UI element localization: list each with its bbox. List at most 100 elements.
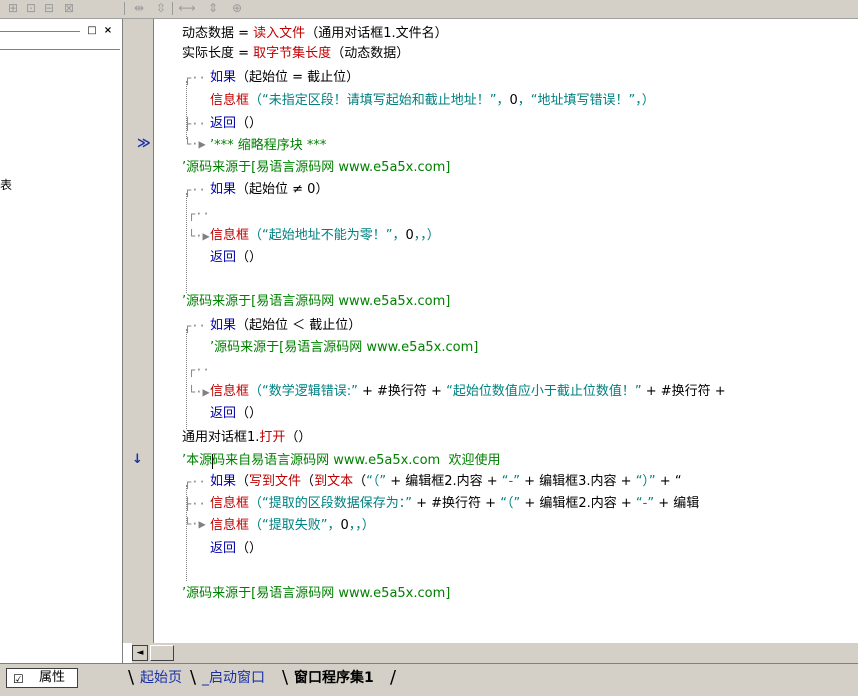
form-icon[interactable]: ⊡ (22, 1, 40, 16)
code-token: + #换行符 + (641, 384, 726, 399)
code-token: ，，） (413, 228, 440, 243)
properties-icon: ☑ (13, 672, 24, 686)
height-icon[interactable]: ⇳ (152, 1, 170, 16)
code-token: （“未指定区段！请填写起始和截止地址！”， (249, 93, 510, 108)
horizontal-scrollbar[interactable]: ◄ (132, 643, 858, 663)
code-token: 如果 (210, 182, 237, 197)
code-line[interactable]: 信息框（“未指定区段！请填写起始和截止地址！”，0，“地址填写错误！”，） (210, 92, 655, 110)
code-token: 如果 (210, 474, 237, 489)
properties-label: 属性 (39, 670, 66, 685)
code-line[interactable]: 信息框（“提取的区段数据保存为：” + #换行符 + “（” + 编辑框2.内容… (210, 495, 699, 513)
tree-guide (186, 329, 187, 429)
code-token: + “ (655, 474, 682, 489)
code-line[interactable]: 信息框（“提取失败”，0，，） (210, 517, 375, 535)
tab-divider: \ (128, 667, 135, 688)
code-token: 如果 (210, 70, 237, 85)
code-token: ’源码来源于[易语言源码网 (182, 294, 339, 309)
code-token: + 编辑框2.内容 + (386, 474, 502, 489)
tree-guide: ┌·· (184, 319, 206, 333)
code-token: （动态数据） (331, 46, 410, 61)
tree-guide (186, 193, 187, 293)
table-icon[interactable]: ⊞ (4, 1, 22, 16)
tree-guide: └·▶ (184, 137, 206, 151)
code-token: （“提取的区段数据保存为：” (249, 496, 412, 511)
tab-window-program-set[interactable]: 窗口程序集1 (294, 667, 374, 689)
code-token: 欢迎使用 (440, 453, 501, 468)
scroll-thumb[interactable] (150, 645, 174, 661)
code-token: （） (236, 116, 263, 131)
code-line[interactable]: 返回（） (210, 405, 262, 423)
code-line[interactable]: ’源码来源于[易语言源码网 www.e5a5x.com] (182, 293, 450, 311)
arrow-marker-icon: ↓ (132, 452, 143, 467)
tree-guide: ┌·· (184, 475, 206, 489)
code-line[interactable]: ’源码来源于[易语言源码网 www.e5a5x.com] (182, 585, 450, 603)
code-token: 读入文件 (253, 26, 306, 41)
tree-guide: ┌·· (188, 363, 210, 377)
expand-icon[interactable]: ⟷ (178, 1, 196, 16)
code-token: ’源码来源于[易语言源码网 (182, 586, 339, 601)
code-token: + #换行符 + (412, 496, 501, 511)
tab-startup-window[interactable]: _启动窗口 (202, 667, 265, 689)
code-token: 信息框 (210, 93, 250, 108)
code-line[interactable]: 返回（） (210, 115, 262, 133)
code-token: ’源码来源于[易语言源码网 (210, 340, 367, 355)
code-line[interactable]: 通用对话框1.打开（） (182, 429, 311, 447)
code-token: 信息框 (210, 518, 250, 533)
code-token: “（” (500, 496, 521, 511)
code-token: 0 (340, 518, 349, 533)
code-token: 通用对话框1. (182, 430, 260, 445)
code-token: 返回 (210, 250, 237, 265)
code-line[interactable]: ’源码来源于[易语言源码网 www.e5a5x.com] (182, 159, 450, 177)
properties-button[interactable]: ☑ 属性 (6, 668, 78, 688)
toolbar-separator (172, 2, 173, 15)
code-line[interactable]: 实际长度 = 取字节集长度（动态数据） (182, 45, 409, 63)
code-token: www.e5a5x.com (333, 453, 441, 468)
grid-icon[interactable]: ⊕ (228, 1, 246, 16)
align2-icon[interactable]: ⊠ (60, 1, 78, 16)
panel-divider (0, 49, 120, 50)
width-icon[interactable]: ⇹ (130, 1, 148, 16)
code-line[interactable]: 返回（） (210, 249, 262, 267)
code-token: （起始位 ≠ 0） (236, 182, 329, 197)
code-token: + 编辑框3.内容 + (519, 474, 636, 489)
code-line[interactable]: 信息框（“起始地址不能为零！”，0，，） (210, 227, 440, 245)
code-line[interactable]: 如果（起始位 = 截止位） (210, 69, 359, 87)
code-token: + #换行符 + (357, 384, 447, 399)
code-line[interactable]: 信息框（“数学逻辑错误:” + #换行符 + “起始位数值应小于截止位数值！” … (210, 383, 726, 401)
panel-grip (0, 31, 80, 33)
tab-start-page[interactable]: 起始页 (140, 667, 182, 689)
code-token: （ (236, 474, 250, 489)
close-icon[interactable]: × (102, 25, 114, 37)
toolbar: ⊞ ⊡ ⊟ ⊠ ⇹ ⇳ ⟷ ⇕ ⊕ (0, 0, 858, 19)
code-token: + 编辑框2.内容 + (520, 496, 636, 511)
tree-guide: └·▶ (188, 385, 210, 399)
code-line[interactable]: 如果（写到文件（到文本（“（” + 编辑框2.内容 + “-” + 编辑框3.内… (210, 473, 682, 491)
code-editor[interactable]: ┌·· ├·· └·▶ ┌·· ┌·· └·▶ ┌·· ┌·· └·▶ ┌·· … (154, 19, 858, 643)
code-line[interactable]: ’*** 缩略程序块 *** (210, 137, 326, 155)
code-token: （“数学逻辑错误:” (249, 384, 358, 399)
code-token: www.e5a5x.com (338, 294, 446, 309)
toolbar-separator (124, 2, 125, 15)
tree-guide: ┌·· (188, 207, 210, 221)
code-token: 打开 (259, 430, 286, 445)
code-token: ，，） (348, 518, 375, 533)
tree-guide: └·▶ (188, 229, 210, 243)
code-line[interactable]: ’源码来源于[易语言源码网 www.e5a5x.com] (210, 339, 478, 357)
code-line[interactable]: 动态数据 = 读入文件（通用对话框1.文件名） (182, 25, 448, 43)
code-token: 动态数据 = (182, 26, 254, 41)
code-line[interactable]: 如果（起始位 ≠ 0） (210, 181, 328, 199)
code-token: ] (473, 340, 479, 355)
code-line[interactable]: 返回（） (210, 540, 262, 558)
code-line[interactable]: ’本源码来自易语言源码网 www.e5a5x.com 欢迎使用 (182, 452, 500, 470)
align-icon[interactable]: ⊟ (40, 1, 58, 16)
fit-icon[interactable]: ⇕ (204, 1, 222, 16)
restore-icon[interactable]: □ (86, 25, 98, 37)
code-token: www.e5a5x.com (338, 160, 446, 175)
scroll-left-icon[interactable]: ◄ (132, 645, 148, 661)
code-token: 返回 (210, 116, 237, 131)
code-line[interactable]: 如果（起始位 ＜ 截止位） (210, 317, 361, 335)
code-token: + 编辑 (654, 496, 700, 511)
code-token: “-” (635, 496, 655, 511)
code-token: 信息框 (210, 228, 250, 243)
code-token: 信息框 (210, 384, 250, 399)
